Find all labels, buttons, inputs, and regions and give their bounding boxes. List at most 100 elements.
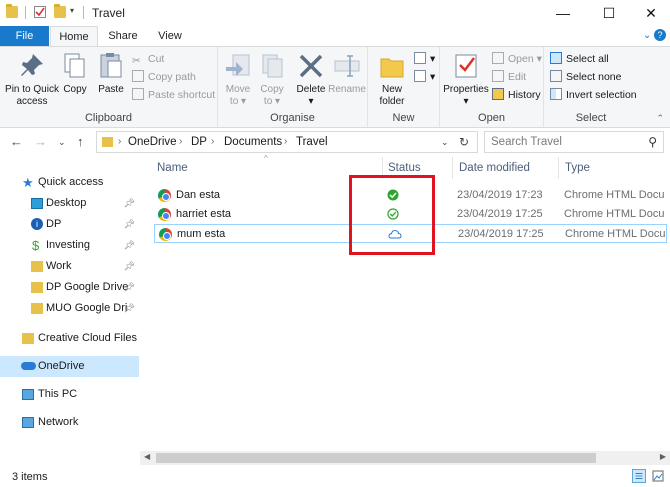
- cut-button[interactable]: ✂ Cut: [132, 51, 164, 67]
- up-arrow-icon[interactable]: ↑: [77, 134, 84, 149]
- nav-onedrive[interactable]: OneDrive: [0, 356, 139, 377]
- pin-to-quick-access-button[interactable]: Pin to Quick access: [4, 51, 60, 108]
- breadcrumb-documents[interactable]: Documents: [224, 136, 282, 148]
- nav-quick-access[interactable]: ★ Quick access: [0, 172, 139, 193]
- pin-icon[interactable]: 📌︎: [124, 193, 135, 214]
- new-folder-button[interactable]: New folder: [372, 51, 412, 108]
- copy-to-button[interactable]: Copy to ▾: [256, 51, 288, 108]
- easy-access-icon: [414, 70, 426, 82]
- copy-path-button[interactable]: Copy path: [132, 69, 196, 85]
- pin-icon[interactable]: 📌︎: [124, 214, 135, 235]
- nav-work[interactable]: Work 📌︎: [0, 256, 139, 277]
- rename-button[interactable]: Rename: [328, 51, 366, 96]
- nav-creative-cloud-files[interactable]: Creative Cloud Files: [0, 328, 139, 349]
- breadcrumb-dp[interactable]: DP: [191, 136, 207, 148]
- recent-locations-chevron-icon[interactable]: ⌄: [58, 137, 66, 148]
- nav-desktop[interactable]: Desktop 📌︎: [0, 193, 139, 214]
- tab-share[interactable]: Share: [100, 26, 146, 46]
- nav-dp[interactable]: i DP 📌︎: [0, 214, 139, 235]
- nav-muo-google-drive[interactable]: MUO Google Dri 📌︎: [0, 298, 139, 319]
- large-icons-view-icon[interactable]: [651, 469, 665, 483]
- edit-button[interactable]: Edit: [492, 69, 526, 85]
- column-header-name[interactable]: Name: [157, 162, 188, 174]
- refresh-icon[interactable]: ↻: [459, 135, 469, 149]
- help-icon[interactable]: ⌄ ?: [643, 29, 666, 41]
- move-to-button[interactable]: Move to ▾: [222, 51, 254, 108]
- title-bar: ▾ Travel — ☐ ✕: [0, 0, 670, 26]
- nav-network[interactable]: Network: [0, 412, 139, 433]
- close-button[interactable]: ✕: [628, 0, 670, 26]
- delete-icon: [296, 51, 326, 81]
- select-none-button[interactable]: Select none: [550, 69, 621, 85]
- paste-button[interactable]: Paste: [94, 51, 128, 96]
- star-icon: ★: [22, 175, 34, 190]
- column-header-type[interactable]: Type: [565, 162, 590, 174]
- tab-file[interactable]: File: [0, 26, 49, 46]
- search-icon[interactable]: ⚲: [648, 135, 657, 149]
- file-type: Chrome HTML Docu: [564, 189, 665, 201]
- scissors-icon: ✂: [132, 55, 141, 67]
- address-dropdown-chevron-icon[interactable]: ⌄: [441, 137, 449, 148]
- address-bar[interactable]: › OneDrive › DP › Documents › Travel ⌄ ↻: [96, 131, 478, 153]
- copy-path-label: Copy path: [148, 71, 196, 83]
- breadcrumb-travel[interactable]: Travel: [296, 136, 328, 148]
- nav-label: DP: [46, 218, 62, 230]
- horizontal-scrollbar[interactable]: ◀ ▶: [140, 451, 670, 465]
- info-icon: i: [31, 218, 43, 230]
- paste-shortcut-button[interactable]: Paste shortcut: [132, 87, 215, 103]
- pin-label: Pin to Quick access: [5, 84, 59, 107]
- select-all-button[interactable]: Select all: [550, 51, 609, 67]
- pin-icon[interactable]: 📌︎: [124, 298, 135, 319]
- scroll-left-arrow-icon[interactable]: ◀: [144, 452, 150, 461]
- tab-home[interactable]: Home: [50, 26, 98, 47]
- select-none-label: Select none: [566, 71, 622, 83]
- invert-selection-button[interactable]: Invert selection: [550, 87, 637, 103]
- breadcrumb-separator: ›: [179, 136, 183, 147]
- column-divider[interactable]: [558, 157, 559, 179]
- file-name: harriet esta: [176, 208, 232, 220]
- forward-arrow-icon[interactable]: →: [34, 134, 47, 149]
- new-folder-icon: [377, 51, 407, 81]
- minimize-button[interactable]: —: [540, 0, 586, 26]
- select-all-icon: [550, 52, 562, 64]
- nav-investing[interactable]: $ Investing 📌︎: [0, 235, 139, 256]
- scroll-right-arrow-icon[interactable]: ▶: [660, 452, 666, 461]
- search-box[interactable]: Search Travel ⚲: [484, 131, 664, 153]
- column-divider[interactable]: [452, 157, 453, 179]
- properties-button[interactable]: Properties ▾: [442, 51, 490, 108]
- scrollbar-thumb[interactable]: [156, 453, 596, 463]
- copy-button[interactable]: Copy: [60, 51, 90, 96]
- collapse-ribbon-icon[interactable]: ⌃: [656, 113, 664, 124]
- easy-access-button[interactable]: ▾: [414, 69, 435, 85]
- copy-label: Copy: [63, 84, 87, 95]
- nav-dp-google-drive[interactable]: DP Google Drive 📌︎: [0, 277, 139, 298]
- history-button[interactable]: History: [492, 87, 541, 103]
- open-button[interactable]: Open ▾: [492, 51, 542, 67]
- details-view-icon[interactable]: [632, 469, 646, 483]
- invert-selection-icon: [550, 88, 562, 100]
- column-header-date-modified[interactable]: Date modified: [459, 162, 530, 174]
- copy-path-icon: [132, 70, 144, 82]
- navigation-pane: ★ Quick access Desktop 📌︎ i DP 📌︎ $ Inve…: [0, 162, 140, 460]
- nav-this-pc[interactable]: This PC: [0, 384, 139, 405]
- pin-icon[interactable]: 📌︎: [124, 256, 135, 277]
- cut-label: Cut: [148, 53, 165, 65]
- customize-quick-access-icon[interactable]: ▾: [70, 6, 82, 18]
- pin-icon[interactable]: 📌︎: [124, 277, 135, 298]
- chrome-icon: [158, 189, 171, 202]
- tab-view[interactable]: View: [148, 26, 192, 46]
- delete-label: Delete: [296, 84, 326, 95]
- maximize-button[interactable]: ☐: [586, 0, 632, 26]
- pin-icon[interactable]: 📌︎: [124, 235, 135, 256]
- new-folder-quick-icon[interactable]: [54, 4, 66, 18]
- back-arrow-icon[interactable]: ←: [10, 134, 23, 149]
- nav-label: Desktop: [46, 197, 87, 209]
- breadcrumb-onedrive[interactable]: OneDrive: [128, 136, 177, 148]
- new-item-icon: [414, 52, 426, 64]
- nav-label: Work: [46, 260, 72, 272]
- search-input[interactable]: Search Travel: [491, 136, 562, 148]
- delete-button[interactable]: Delete ▾: [294, 51, 328, 108]
- properties-quick-icon[interactable]: [34, 6, 46, 18]
- column-header-status[interactable]: Status: [388, 162, 421, 174]
- new-item-button[interactable]: ▾: [414, 51, 435, 67]
